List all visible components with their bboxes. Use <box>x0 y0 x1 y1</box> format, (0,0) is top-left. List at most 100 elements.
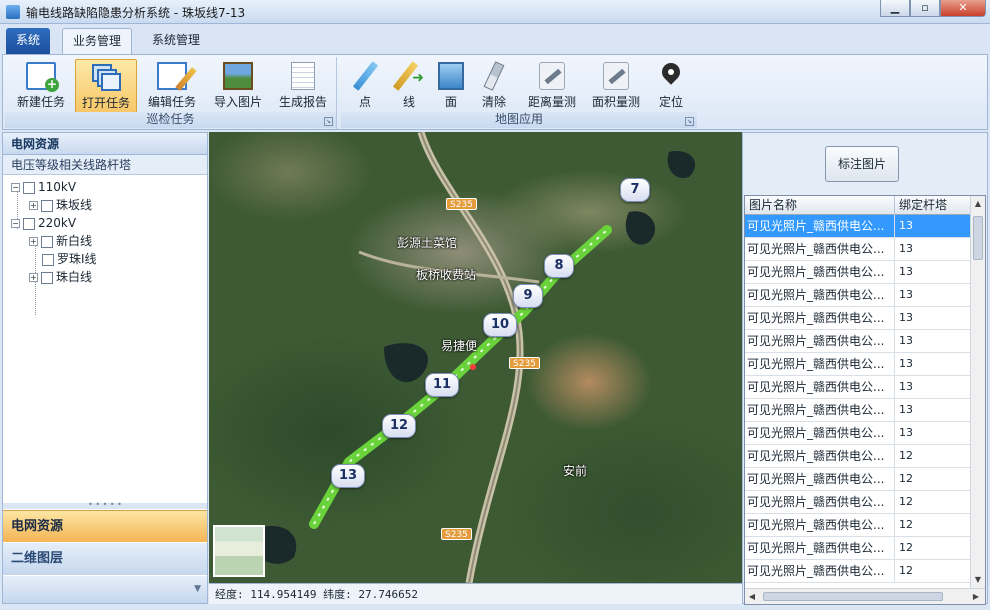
location-pin-icon <box>656 59 686 90</box>
tree-node-xinbai[interactable]: + 新白线 <box>29 232 92 250</box>
map-label-toll-station: 板桥收费站 <box>416 268 477 282</box>
table-row[interactable]: 可见光照片_赣西供电公... 12 <box>745 560 971 583</box>
tree-node-110kv[interactable]: −110kV <box>11 178 76 196</box>
chevron-down-icon[interactable]: ▼ <box>194 584 201 594</box>
open-task-button[interactable]: 打开任务 <box>75 59 137 113</box>
expand-icon[interactable]: + <box>29 273 38 282</box>
app-icon <box>6 5 20 19</box>
point-label: 点 <box>358 95 371 109</box>
table-row[interactable]: 可见光照片_赣西供电公... 12 <box>745 445 971 468</box>
table-row[interactable]: 可见光照片_赣西供电公... 13 <box>745 353 971 376</box>
import-image-button[interactable]: 导入图片 <box>207 59 269 113</box>
tab-admin[interactable]: 系统管理 <box>142 28 210 54</box>
scroll-thumb[interactable] <box>973 216 983 260</box>
cell-image-name: 可见光照片_赣西供电公... <box>745 307 895 329</box>
line-tree: −110kV + 珠坂线 −220kV + 新白线 罗珠I线 + 珠白线 <box>3 175 207 505</box>
cell-image-name: 可见光照片_赣西供电公... <box>745 376 895 398</box>
checkbox[interactable] <box>42 253 54 266</box>
tower-marker[interactable]: 10 <box>483 313 518 337</box>
dialog-launcher-icon[interactable]: ↘ <box>685 117 694 126</box>
measure-distance-label: 距离量测 <box>527 95 576 109</box>
tag-image-button[interactable]: 标注图片 <box>825 146 899 182</box>
dialog-launcher-icon[interactable]: ↘ <box>324 117 333 126</box>
cell-image-name: 可见光照片_赣西供电公... <box>745 261 895 283</box>
table-row[interactable]: 可见光照片_赣西供电公... 13 <box>745 307 971 330</box>
report-icon <box>291 62 315 90</box>
nav-2d-layers[interactable]: 二维图层 <box>3 543 207 575</box>
map-view[interactable]: 7 8 9 10 11 12 13 彭源土菜馆 板桥收费站 易捷便 安前 S23… <box>209 132 742 583</box>
locate-button[interactable]: 定位 <box>651 59 691 113</box>
close-button[interactable]: ✕ <box>940 0 986 17</box>
table-row[interactable]: 可见光照片_赣西供电公... 12 <box>745 468 971 491</box>
scroll-right-icon[interactable]: ▶ <box>969 589 983 604</box>
table-row[interactable]: 可见光照片_赣西供电公... 13 <box>745 261 971 284</box>
checkbox[interactable] <box>41 271 53 284</box>
collapse-icon[interactable]: − <box>11 219 20 228</box>
maximize-button[interactable]: ▫ <box>910 0 940 17</box>
table-row[interactable]: 可见光照片_赣西供电公... 12 <box>745 491 971 514</box>
table-row[interactable]: 可见光照片_赣西供电公... 12 <box>745 537 971 560</box>
cell-tower: 13 <box>899 380 913 393</box>
edit-task-button[interactable]: 编辑任务 <box>141 59 203 113</box>
checkbox[interactable] <box>23 217 35 230</box>
overview-map-thumbnail[interactable] <box>213 525 265 577</box>
tower-marker[interactable]: 9 <box>513 284 543 308</box>
checkbox[interactable] <box>41 199 53 212</box>
scroll-thumb[interactable] <box>763 592 943 601</box>
vertical-scrollbar[interactable]: ▲ ▼ <box>970 196 985 588</box>
column-header-tower[interactable]: 绑定杆塔 <box>895 196 971 215</box>
table-row[interactable]: 可见光照片_赣西供电公... 13 <box>745 399 971 422</box>
road-label: S235 <box>446 198 477 210</box>
tree-node-luozhu[interactable]: 罗珠I线 <box>42 250 97 268</box>
tower-marker[interactable]: 12 <box>382 414 417 438</box>
table-row[interactable]: 可见光照片_赣西供电公... 12 <box>745 514 971 537</box>
checkbox[interactable] <box>41 235 53 248</box>
report-button[interactable]: 生成报告 <box>273 59 333 113</box>
expand-icon[interactable]: + <box>29 237 38 246</box>
tower-marker[interactable]: 7 <box>620 178 650 202</box>
measure-distance-button[interactable]: 距离量测 <box>521 59 583 113</box>
tower-marker[interactable]: 8 <box>544 254 574 278</box>
scroll-down-icon[interactable]: ▼ <box>971 572 985 588</box>
table-row[interactable]: 可见光照片_赣西供电公... 13 <box>745 238 971 261</box>
checkbox[interactable] <box>23 181 35 194</box>
map-label-anqian: 安前 <box>563 464 588 478</box>
table-row[interactable]: 可见光照片_赣西供电公... 13 <box>745 284 971 307</box>
panel-subheader: 电压等级相关线路杆塔 <box>3 155 207 175</box>
tree-node-zhubai[interactable]: + 珠白线 <box>29 268 92 286</box>
panel-header: 电网资源 <box>3 133 207 155</box>
table-row[interactable]: 可见光照片_赣西供电公... 13 <box>745 215 971 238</box>
tree-node-220kv[interactable]: −220kV <box>11 214 76 232</box>
draw-line-button[interactable]: ➜ 线 <box>387 59 431 113</box>
table-row[interactable]: 可见光照片_赣西供电公... 13 <box>745 376 971 399</box>
measure-area-button[interactable]: 面积量测 <box>585 59 647 113</box>
edit-task-label: 编辑任务 <box>147 95 196 109</box>
table-row[interactable]: 可见光照片_赣西供电公... 13 <box>745 330 971 353</box>
scroll-left-icon[interactable]: ◀ <box>745 589 759 604</box>
cell-image-name: 可见光照片_赣西供电公... <box>745 422 895 444</box>
collapse-icon[interactable]: − <box>11 183 20 192</box>
tower-marker[interactable]: 13 <box>331 464 366 488</box>
draw-point-button[interactable]: 点 <box>343 59 387 113</box>
table-row[interactable]: 可见光照片_赣西供电公... 13 <box>745 422 971 445</box>
cell-tower: 13 <box>899 288 913 301</box>
tower-marker[interactable]: 11 <box>425 373 460 397</box>
clear-button[interactable]: 清除 <box>473 59 515 113</box>
scroll-up-icon[interactable]: ▲ <box>971 196 985 212</box>
tab-business[interactable]: 业务管理 <box>62 28 133 54</box>
cell-tower: 12 <box>899 472 913 485</box>
window-title: 输电线路缺陷隐患分析系统 - 珠坂线7-13 <box>26 6 246 20</box>
nav-grid-resources[interactable]: 电网资源 <box>3 510 207 542</box>
title-bar: 输电线路缺陷隐患分析系统 - 珠坂线7-13 ▁ ▫ ✕ <box>0 0 990 24</box>
cell-tower: 12 <box>899 541 913 554</box>
column-header-name[interactable]: 图片名称 <box>745 196 895 215</box>
horizontal-scrollbar[interactable]: ◀ ▶ <box>745 588 985 604</box>
minimize-button[interactable]: ▁ <box>880 0 910 17</box>
panel-splitter[interactable]: • • • • • <box>3 501 207 509</box>
draw-area-button[interactable]: 面 <box>431 59 471 113</box>
tree-node-zhuban[interactable]: + 珠坂线 <box>29 196 92 214</box>
expand-icon[interactable]: + <box>29 201 38 210</box>
coordinate-status: 经度: 114.954149 纬度: 27.746652 <box>209 583 742 604</box>
new-task-button[interactable]: + 新建任务 <box>11 59 71 113</box>
tab-system[interactable]: 系统 <box>6 28 51 54</box>
